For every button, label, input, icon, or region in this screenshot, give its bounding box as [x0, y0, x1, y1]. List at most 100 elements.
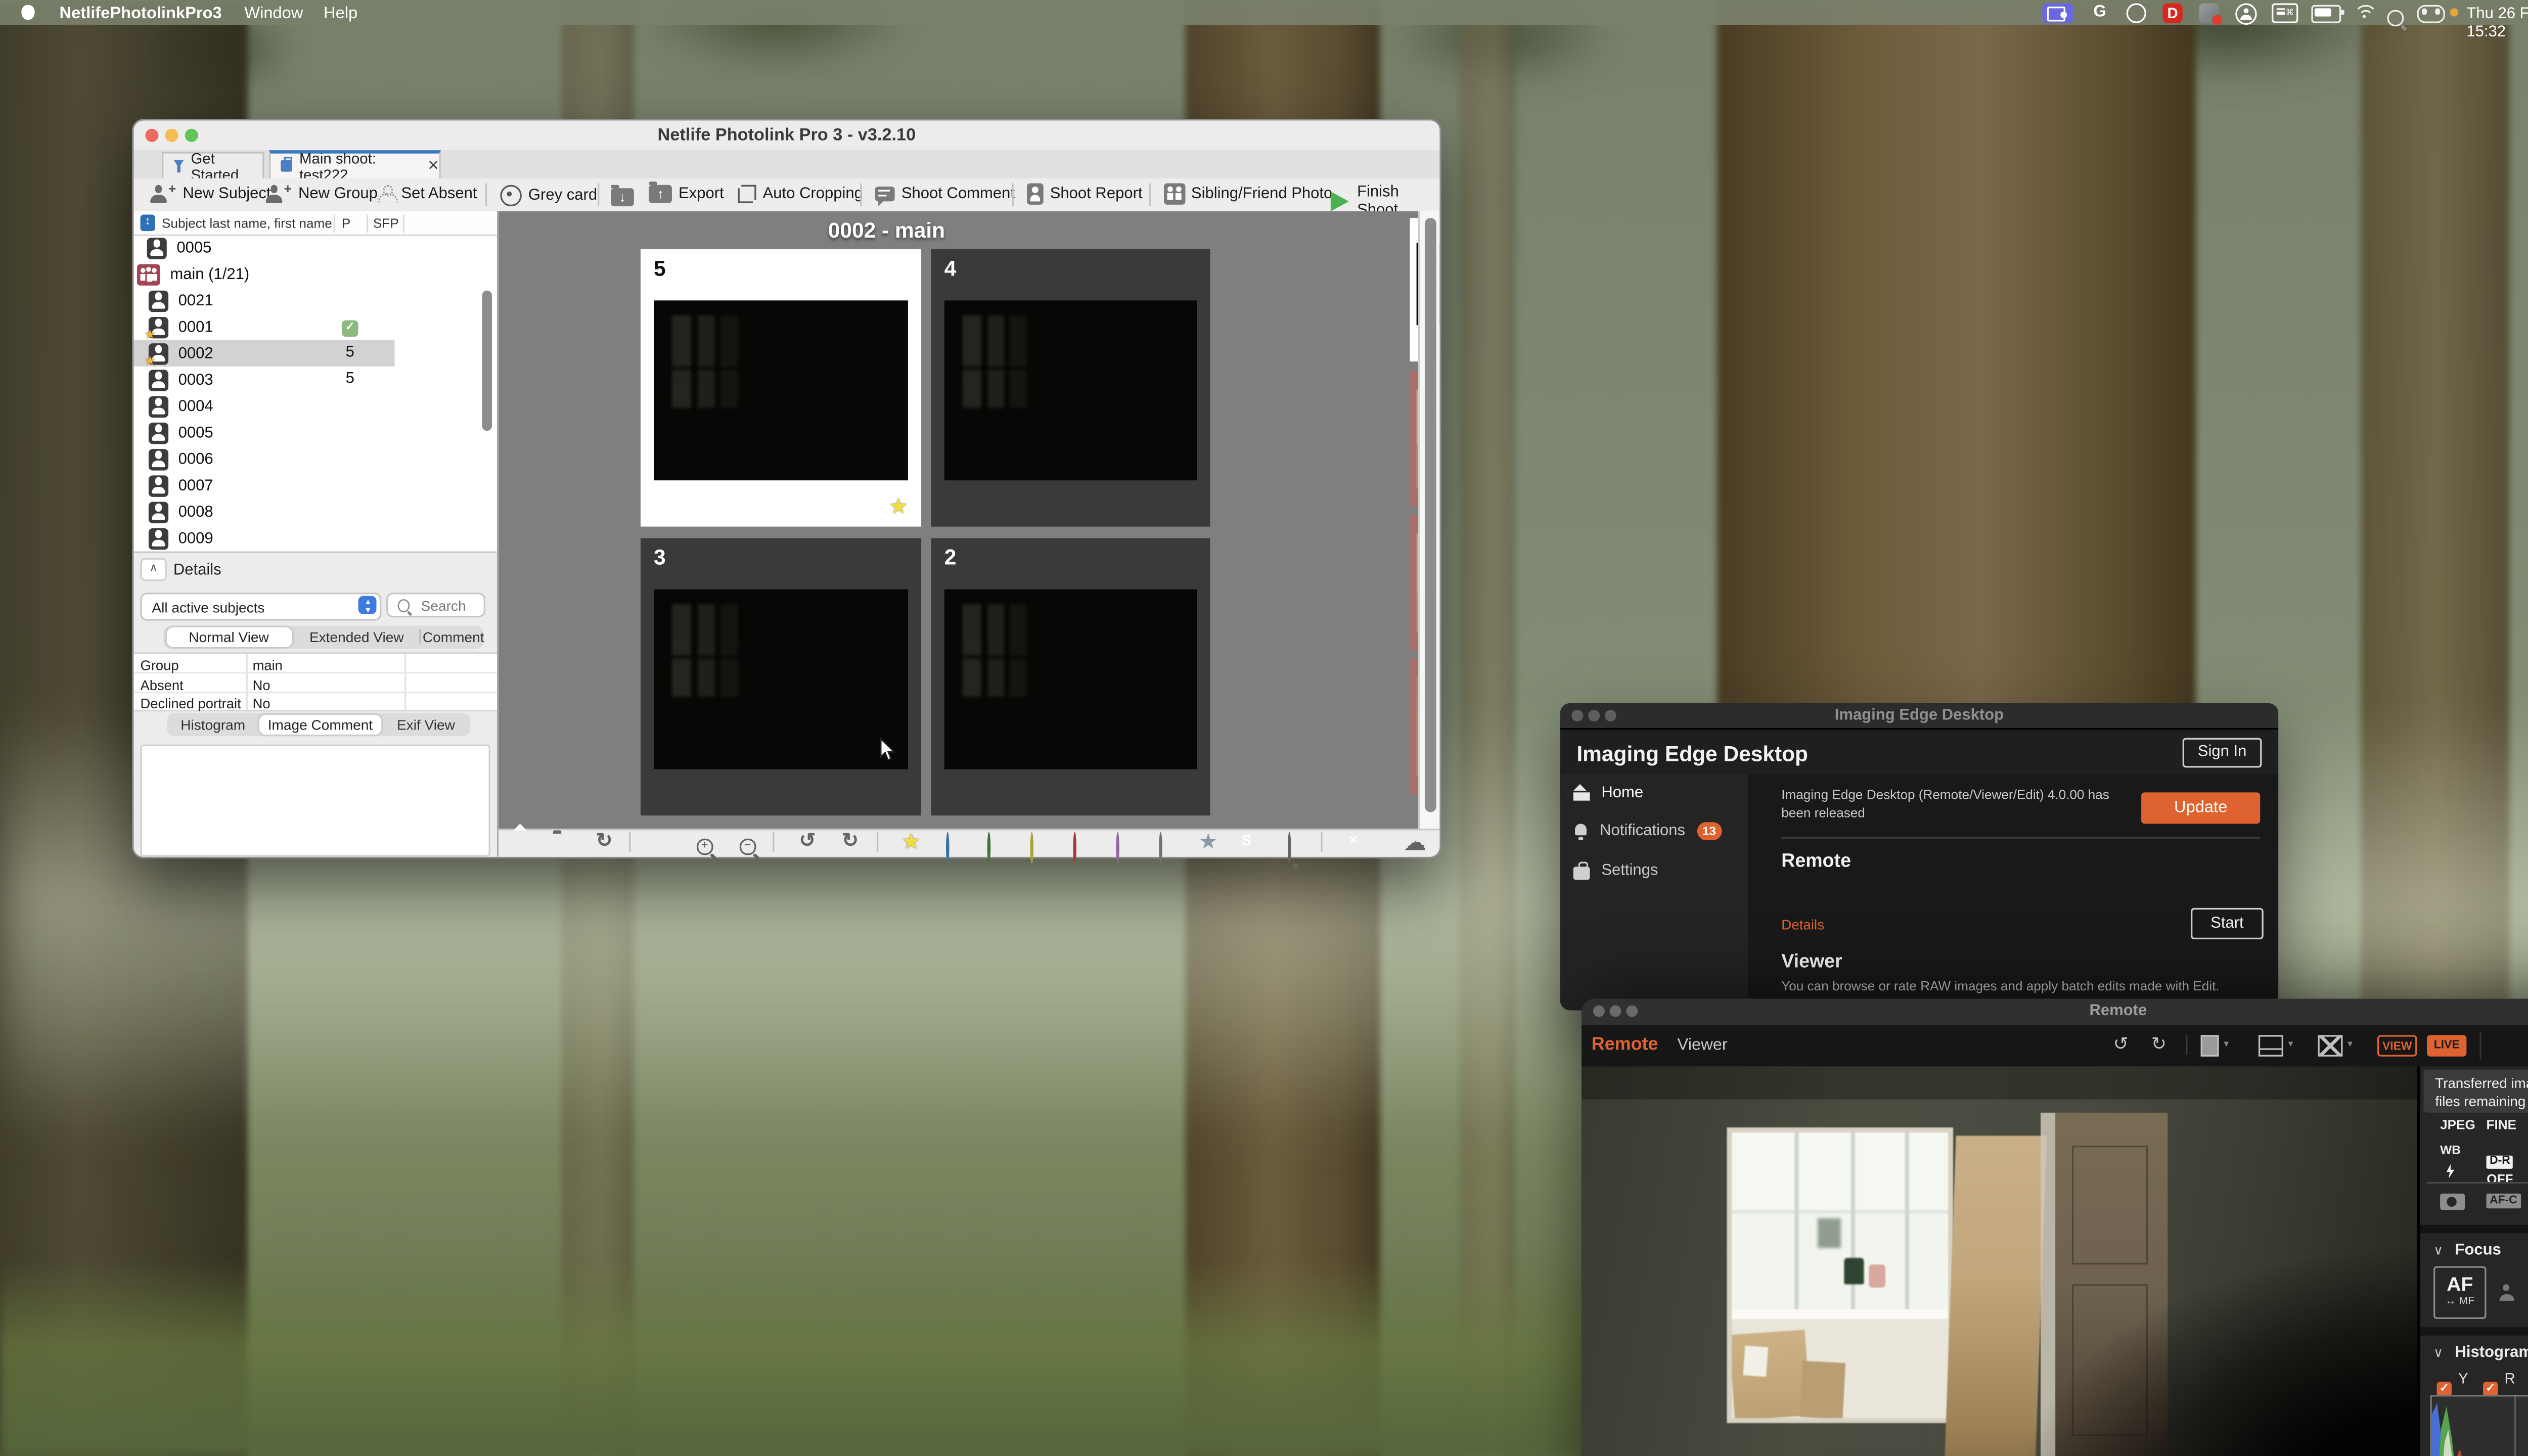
lightbulb-button[interactable] [1288, 834, 1291, 863]
subject-row[interactable]: ★0001✓ [133, 313, 496, 340]
remote-titlebar[interactable]: Remote [1582, 999, 2528, 1025]
wifi-icon[interactable] [2354, 5, 2374, 20]
rotate-cw-icon[interactable]: ↻ [2151, 1033, 2166, 1055]
sync-button[interactable]: ↻ [596, 830, 613, 850]
start-button[interactable]: Start [2191, 908, 2264, 939]
column-name[interactable]: Subject last name, first name [162, 215, 332, 230]
tab-histogram[interactable]: Histogram [170, 713, 256, 737]
minimize-traffic-light[interactable] [1588, 709, 1600, 721]
tab-get-started[interactable]: Get Started [162, 152, 264, 178]
tag-yellow-button[interactable] [1030, 834, 1034, 863]
rotate-ccw-button[interactable]: ↻ [799, 830, 816, 850]
tab-close-icon[interactable]: ✕ [427, 157, 439, 175]
set-absent-button[interactable]: Set Absent [378, 185, 477, 203]
close-traffic-light[interactable] [145, 129, 158, 142]
photo-card-4[interactable]: 4 [931, 249, 1210, 527]
filmstrip-scrollbar-thumb[interactable] [1425, 218, 1436, 812]
sidebar-item-notifications[interactable]: Notifications13 [1573, 822, 1722, 840]
sidebar-item-settings[interactable]: Settings [1573, 861, 1658, 880]
search-field[interactable] [386, 593, 485, 617]
nav-remote[interactable]: Remote [1592, 1035, 1658, 1055]
auto-cropping-button[interactable]: Auto Cropping [738, 185, 863, 203]
close-traffic-light[interactable] [1572, 709, 1584, 721]
sidebar-item-home[interactable]: Home [1573, 784, 1643, 802]
update-button[interactable]: Update [2141, 792, 2260, 824]
sort-icon[interactable]: ↕ [141, 214, 155, 231]
screen-mirroring-icon[interactable] [2042, 3, 2073, 22]
cloud-sync-button[interactable]: ☁ [1404, 829, 1427, 858]
collapse-chevron-icon[interactable]: ∨ [2433, 1345, 2443, 1360]
menu-help[interactable]: Help [324, 4, 357, 22]
shoot-comment-button[interactable]: Shoot Comment [875, 185, 1015, 203]
user-account-icon[interactable] [2235, 3, 2256, 24]
filmstrip-scrollbar-track[interactable] [1418, 211, 1441, 829]
rotate-cw-button[interactable]: ↻ [842, 830, 859, 850]
subject-row[interactable]: 0005 [133, 419, 496, 445]
photolink-titlebar[interactable]: Netlife Photolink Pro 3 - v3.2.10 [133, 120, 1439, 152]
menu-window[interactable]: Window [244, 4, 303, 22]
subject-row[interactable]: 0021 [133, 287, 496, 313]
live-badge[interactable]: LIVE [2427, 1035, 2466, 1056]
tag-gray-button[interactable] [1159, 834, 1162, 863]
collapse-chevron-icon[interactable]: ∨ [2433, 1243, 2443, 1258]
metering-mode-icon[interactable] [2440, 1194, 2465, 1210]
tab-comment[interactable]: Comment [423, 626, 482, 649]
ied-app-icon[interactable] [2199, 3, 2219, 22]
menu-app-name[interactable]: NetlifePhotolinkPro3 [60, 4, 222, 22]
tab-image-comment[interactable]: Image Comment [259, 715, 382, 735]
image-comment-box[interactable] [141, 745, 490, 857]
grey-card-button[interactable]: Grey card [500, 185, 597, 206]
spotlight-search-icon[interactable] [2387, 4, 2403, 34]
photo-thumbnail[interactable] [944, 300, 1197, 480]
photo-thumbnail[interactable] [654, 589, 908, 769]
subject-list-scrollbar[interactable] [482, 291, 491, 431]
star-steel-button[interactable]: ★ [1199, 830, 1218, 851]
af-mode-badge[interactable]: AF-C [2487, 1194, 2521, 1208]
menu-clock[interactable]: Thu 26 Feb 15:32 [2466, 4, 2528, 40]
shoot-report-button[interactable]: Shoot Report [1027, 183, 1143, 204]
subject-row[interactable]: 0005 [133, 235, 496, 261]
tab-exif-view[interactable]: Exif View [386, 713, 466, 737]
subject-row[interactable]: 00035 [133, 367, 496, 393]
control-center-icon[interactable] [2417, 4, 2445, 22]
details-link[interactable]: Details [1781, 916, 1824, 933]
new-subject-button[interactable]: +New Subject [150, 185, 270, 203]
split-layout-icon[interactable] [2259, 1035, 2283, 1056]
af-mf-toggle[interactable]: AF ↔ MF [2433, 1266, 2486, 1318]
subject-row[interactable]: 0009 [133, 525, 496, 551]
nav-viewer[interactable]: Viewer [1678, 1037, 1728, 1055]
subject-row[interactable]: 0007 [133, 472, 496, 498]
creative-cloud-icon[interactable] [2127, 4, 2146, 23]
tag-red-button[interactable] [1073, 834, 1076, 863]
subject-row[interactable]: 0008 [133, 498, 496, 525]
live-view[interactable] [1582, 1066, 2417, 1456]
search-input[interactable] [418, 595, 484, 615]
import-button[interactable]: ↓ [611, 185, 634, 215]
export-button[interactable]: ↑Export [649, 185, 724, 203]
subject-filter-dropdown[interactable]: All active subjects ▲ ▼ [141, 593, 382, 621]
zoom-in-button[interactable] [697, 834, 712, 863]
subject-row[interactable]: 0004 [133, 393, 496, 419]
photo-thumbnail[interactable] [654, 300, 908, 480]
view-badge[interactable]: VIEW [2377, 1035, 2417, 1056]
tag-purple-button[interactable] [1116, 834, 1119, 863]
sign-in-button[interactable]: Sign In [2183, 738, 2262, 768]
subject-list-header[interactable]: ↕ Subject last name, first name P SFP [133, 211, 496, 236]
wb-flash-setting[interactable]: WB [2440, 1143, 2461, 1187]
apple-menu-icon[interactable] [21, 5, 34, 20]
fine-label[interactable]: FINE [2487, 1118, 2517, 1132]
column-sfp[interactable]: SFP [373, 215, 399, 230]
tab-normal-view[interactable]: Normal View [166, 627, 291, 647]
photo-card-2[interactable]: 2 [931, 538, 1210, 815]
star-icon[interactable]: ★ [889, 493, 908, 520]
rotate-ccw-icon[interactable]: ↻ [2113, 1033, 2129, 1055]
ied-titlebar[interactable]: Imaging Edge Desktop [1560, 703, 2278, 728]
zoom-out-button[interactable] [740, 834, 755, 863]
grammarly-icon[interactable]: G [2093, 4, 2106, 22]
tag-green-button[interactable] [987, 834, 991, 863]
new-group-button[interactable]: +New Group [266, 185, 378, 203]
red-d-app-icon[interactable]: D [2163, 3, 2183, 22]
jpeg-label[interactable]: JPEG [2440, 1118, 2475, 1132]
star-rating-button[interactable]: ★ [901, 830, 921, 851]
maximize-traffic-light[interactable] [1605, 709, 1616, 721]
